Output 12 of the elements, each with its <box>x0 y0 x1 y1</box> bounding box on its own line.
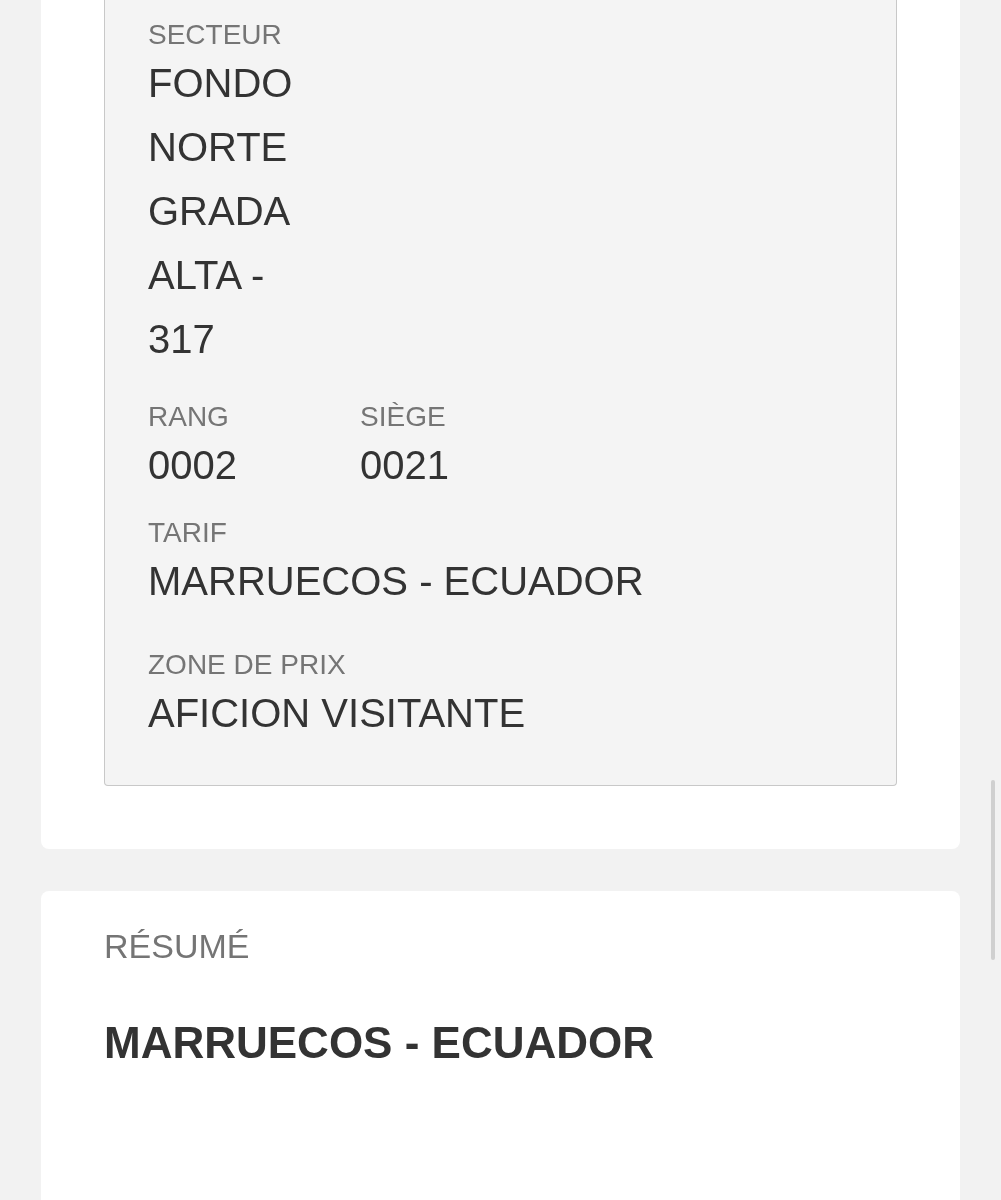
field-label: RANG <box>148 401 230 433</box>
field-value: MARRUECOS - ECUADOR <box>148 558 645 605</box>
field-label: ZONE DE PRIX <box>148 649 347 681</box>
field-value: AFICION VISITANTE <box>148 690 527 737</box>
field-label: TARIF <box>148 517 228 549</box>
field-value: 0002 <box>148 442 238 489</box>
field-label: SIÈGE <box>360 401 447 433</box>
summary-title: MARRUECOS - ECUADOR <box>104 1017 655 1069</box>
field-value: FONDO NORTE GRADA ALTA - 317 <box>148 60 294 363</box>
field-value: 0021 <box>360 442 450 489</box>
field-label: SECTEUR <box>148 19 283 51</box>
summary-heading: RÉSUMÉ <box>104 926 251 966</box>
